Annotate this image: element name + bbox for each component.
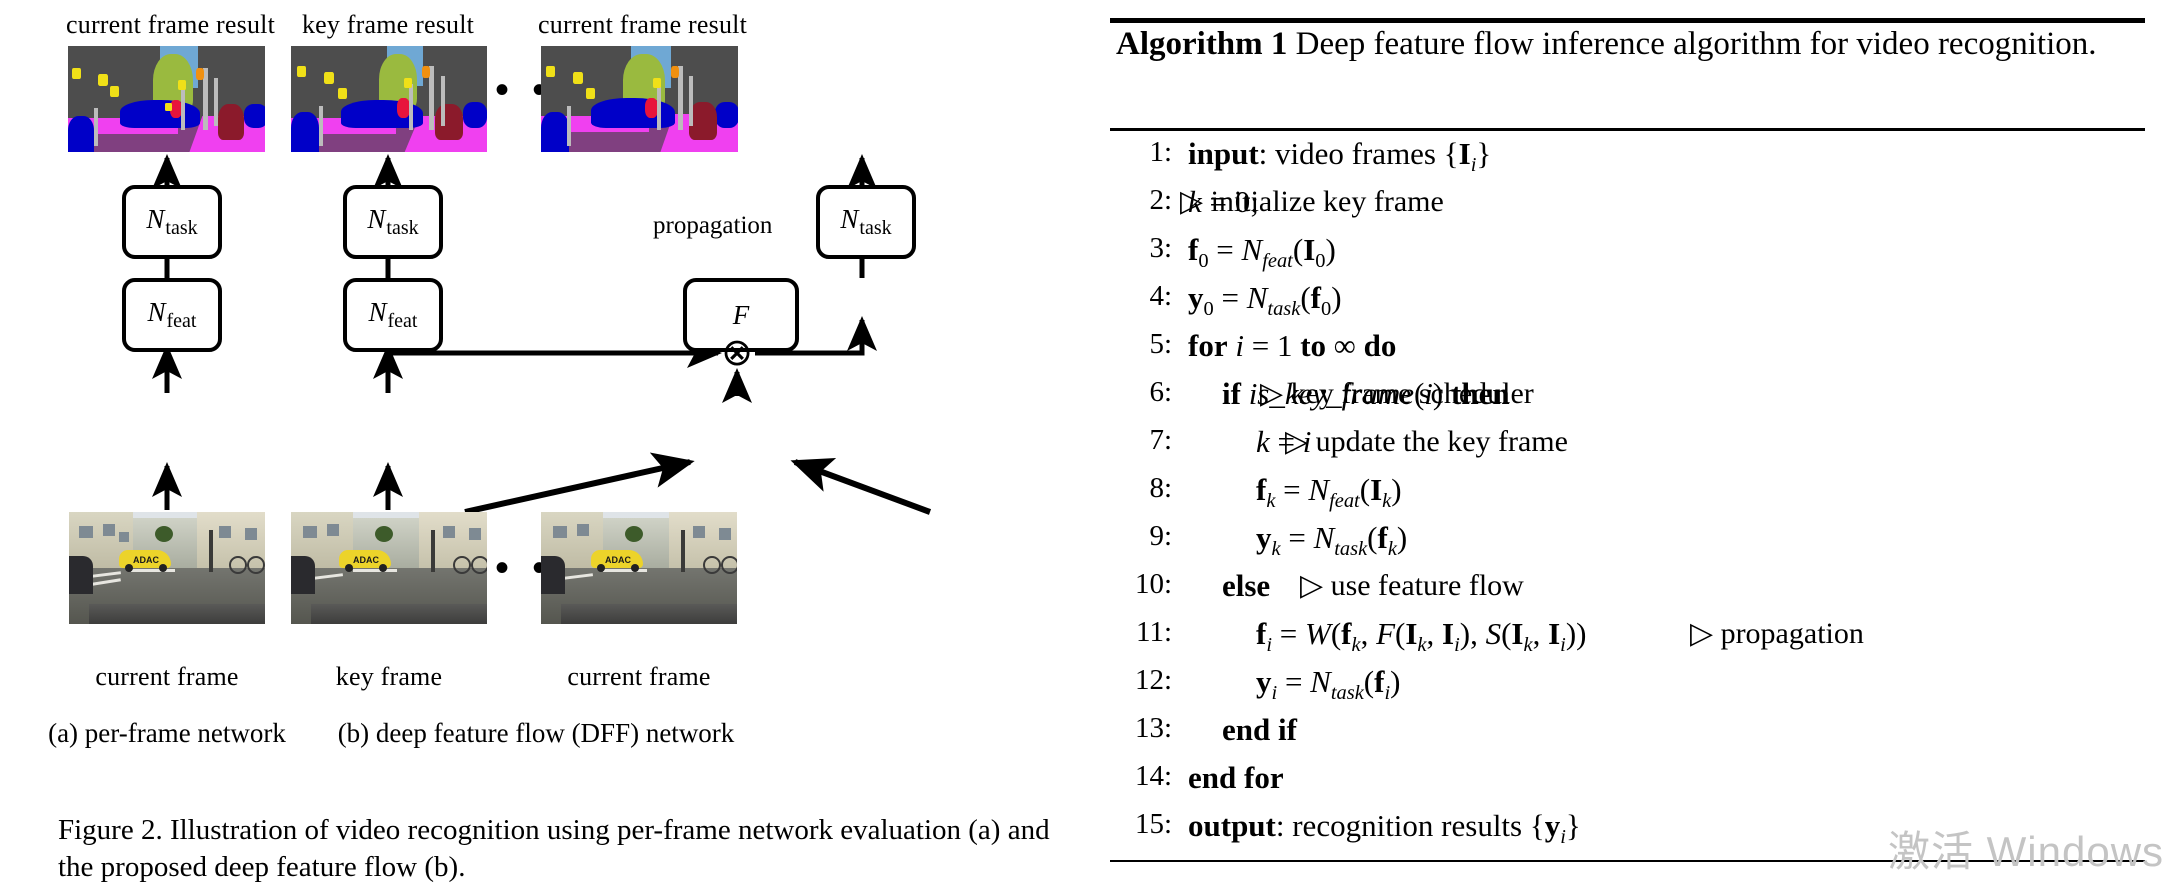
algorithm-line-comment: ▷ update the key frame — [1285, 425, 1568, 458]
algorithm-line-body: yi = Ntask(fi) — [1256, 664, 1401, 705]
algorithm-line-number: 10: — [1134, 568, 1172, 600]
photo-car-text-c: ADAC — [605, 555, 631, 565]
node-ntask-c[interactable]: Ntask — [816, 185, 916, 259]
algorithm-line-body: fk = Nfeat(Ik) — [1256, 472, 1402, 513]
subcaption-b: (b) deep feature flow (DFF) network — [337, 718, 735, 748]
figure-caption: Figure 2. Illustration of video recognit… — [58, 814, 1050, 884]
algorithm-line-body: f0 = Nfeat(I0) — [1188, 232, 1336, 273]
algorithm-line-number: 4: — [1149, 280, 1172, 312]
algorithm-line-body: end for — [1188, 760, 1284, 795]
algorithm-line-body: fi = W(fk, F(Ik, Ii), S(Ik, Ii)) — [1256, 616, 1587, 657]
node-ntask-b[interactable]: Ntask — [343, 185, 443, 259]
algorithm-line-comment: ▷ use feature flow — [1300, 569, 1524, 602]
algorithm-line-body: output: recognition results {yi} — [1188, 808, 1581, 849]
subcaption-a: (a) per-frame network — [48, 718, 286, 748]
algorithm-line: 11: fi = W(fk, F(Ik, Ii), S(Ik, Ii)) ▷ pro… — [1110, 616, 2145, 664]
algorithm-line: 1: input: video frames {Ii} — [1110, 136, 2145, 184]
algorithm-line: 7: k = i ▷ update the key frame — [1110, 424, 2145, 472]
node-ntask-a-label: Ntask — [146, 203, 198, 240]
algorithm-line: 2: k = 0; ▷ initialize key frame — [1110, 184, 2145, 232]
algorithm-line-body: y0 = Ntask(f0) — [1188, 280, 1342, 321]
street-photo-a: ADAC — [69, 512, 265, 624]
algorithm-title: Algorithm 1 Deep feature flow inference … — [1116, 24, 2141, 65]
algorithm-line-number: 11: — [1136, 616, 1172, 648]
bottom-label-current-frame-a: current frame — [95, 662, 239, 691]
algorithm-line: 10: else ▷ use feature flow — [1110, 568, 2145, 616]
algorithm-line-number: 13: — [1134, 712, 1172, 744]
algorithm-line-number: 6: — [1149, 376, 1172, 408]
algorithm-top-rule — [1110, 18, 2145, 23]
algorithm-line-number: 2: — [1149, 184, 1172, 216]
node-flow-f-label: F — [732, 299, 750, 330]
node-nfeat-b-label: Nfeat — [368, 296, 418, 333]
segmentation-result-image-a — [68, 46, 265, 152]
node-ntask-c-label: Ntask — [840, 203, 892, 240]
algorithm-line-body: for i = 1 to ∞ do — [1188, 328, 1397, 363]
algorithm-line: 6: if is_key_frame(i) then ▷ key frame sch… — [1110, 376, 2145, 424]
algorithm-line: 12: yi = Ntask(fi) — [1110, 664, 2145, 712]
algorithm-line-body: end if — [1222, 712, 1297, 747]
algorithm-line-number: 15: — [1134, 808, 1172, 840]
street-photo-b: ADAC — [291, 512, 487, 624]
algorithm-line: 13: end if — [1110, 712, 2145, 760]
algorithm-line-number: 7: — [1149, 424, 1172, 456]
street-photo-c: ADAC — [541, 512, 737, 624]
top-label-current-frame-result-b: current frame result — [538, 10, 748, 39]
node-nfeat-a[interactable]: Nfeat — [122, 278, 222, 352]
algorithm-panel: Algorithm 1 Deep feature flow inference … — [1110, 0, 2155, 885]
algorithm-line-comment: ▷ key frame scheduler — [1260, 377, 1534, 410]
segmentation-result-image-b — [291, 46, 487, 152]
algorithm-title-number: Algorithm 1 — [1116, 26, 1288, 62]
algorithm-line: 4: y0 = Ntask(f0) — [1110, 280, 2145, 328]
algorithm-line-comment: ▷ initialize key frame — [1180, 185, 1444, 218]
multiply-operator-icon: ⊗ — [721, 330, 753, 374]
algorithm-header-rule — [1110, 128, 2145, 131]
algorithm-line-comment: ▷ propagation — [1690, 617, 1864, 650]
algorithm-line-number: 9: — [1149, 520, 1172, 552]
top-label-key-frame-result: key frame result — [301, 10, 475, 39]
top-label-current-frame-result-a: current frame result — [66, 10, 276, 39]
node-ntask-a[interactable]: Ntask — [122, 185, 222, 259]
bottom-label-current-frame-c: current frame — [567, 662, 711, 691]
algorithm-line: 5: for i = 1 to ∞ do — [1110, 328, 2145, 376]
algorithm-line: 8: fk = Nfeat(Ik) — [1110, 472, 2145, 520]
algorithm-line: 9: yk = Ntask(fk) — [1110, 520, 2145, 568]
photo-car-text-b: ADAC — [353, 555, 379, 565]
photo-car-text-a: ADAC — [133, 555, 159, 565]
figure-panel: current frame result key frame result cu… — [0, 0, 1080, 885]
algorithm-line-number: 14: — [1134, 760, 1172, 792]
algorithm-line-number: 5: — [1149, 328, 1172, 360]
propagation-label: propagation — [653, 212, 773, 239]
algorithm-line-number: 3: — [1149, 232, 1172, 264]
node-ntask-b-label: Ntask — [367, 203, 419, 240]
algorithm-line-body: input: video frames {Ii} — [1188, 136, 1492, 177]
algorithm-line-body: yk = Ntask(fk) — [1256, 520, 1408, 561]
node-nfeat-b[interactable]: Nfeat — [343, 278, 443, 352]
bottom-label-key-frame: key frame — [335, 662, 443, 691]
algorithm-line-body: else — [1222, 568, 1271, 603]
algorithm-line-number: 1: — [1149, 136, 1172, 168]
algorithm-title-text: Deep feature flow inference algorithm fo… — [1295, 26, 2097, 62]
algorithm-line-number: 8: — [1149, 472, 1172, 504]
algorithm-line: 14: end for — [1110, 760, 2145, 808]
segmentation-result-image-c — [541, 46, 738, 152]
algorithm-line-number: 12: — [1134, 664, 1172, 696]
windows-activation-watermark: 激活 Windows — [1888, 828, 2165, 875]
algorithm-line: 3: f0 = Nfeat(I0) — [1110, 232, 2145, 280]
algorithm-body: 1: input: video frames {Ii} 2: k = 0; ▷ init… — [1110, 136, 2145, 856]
node-nfeat-a-label: Nfeat — [147, 296, 197, 333]
